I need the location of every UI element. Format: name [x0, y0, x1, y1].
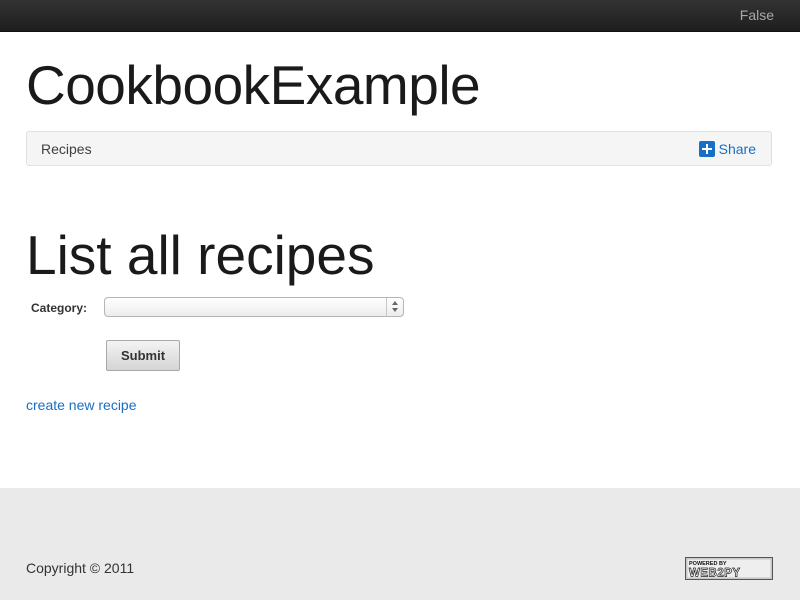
footer: Copyright © 2011 POWERED BY WEB2PY [0, 488, 800, 600]
topbar-link[interactable]: False [740, 7, 774, 23]
app-title: CookbookExample [26, 54, 481, 116]
copyright-text: Copyright © 2011 [26, 560, 135, 576]
share-label: Share [718, 141, 756, 157]
category-label: Category: [31, 301, 88, 315]
web2py-badge[interactable]: POWERED BY WEB2PY [685, 557, 773, 580]
plus-square-icon [698, 141, 715, 157]
select-arrows-icon [386, 298, 403, 316]
page: False CookbookExample Recipes Share List… [0, 0, 800, 600]
top-navbar: False [0, 0, 800, 32]
submit-button[interactable]: Submit [106, 340, 180, 371]
create-recipe-link[interactable]: create new recipe [26, 397, 137, 413]
category-select[interactable] [104, 297, 404, 317]
breadcrumb-item-recipes[interactable]: Recipes [41, 141, 92, 157]
badge-top-text: POWERED BY [689, 561, 727, 567]
breadcrumb: Recipes Share [26, 131, 772, 166]
page-title: List all recipes [26, 224, 375, 286]
badge-main-text: WEB2PY [689, 568, 741, 580]
share-button[interactable]: Share [698, 141, 756, 157]
